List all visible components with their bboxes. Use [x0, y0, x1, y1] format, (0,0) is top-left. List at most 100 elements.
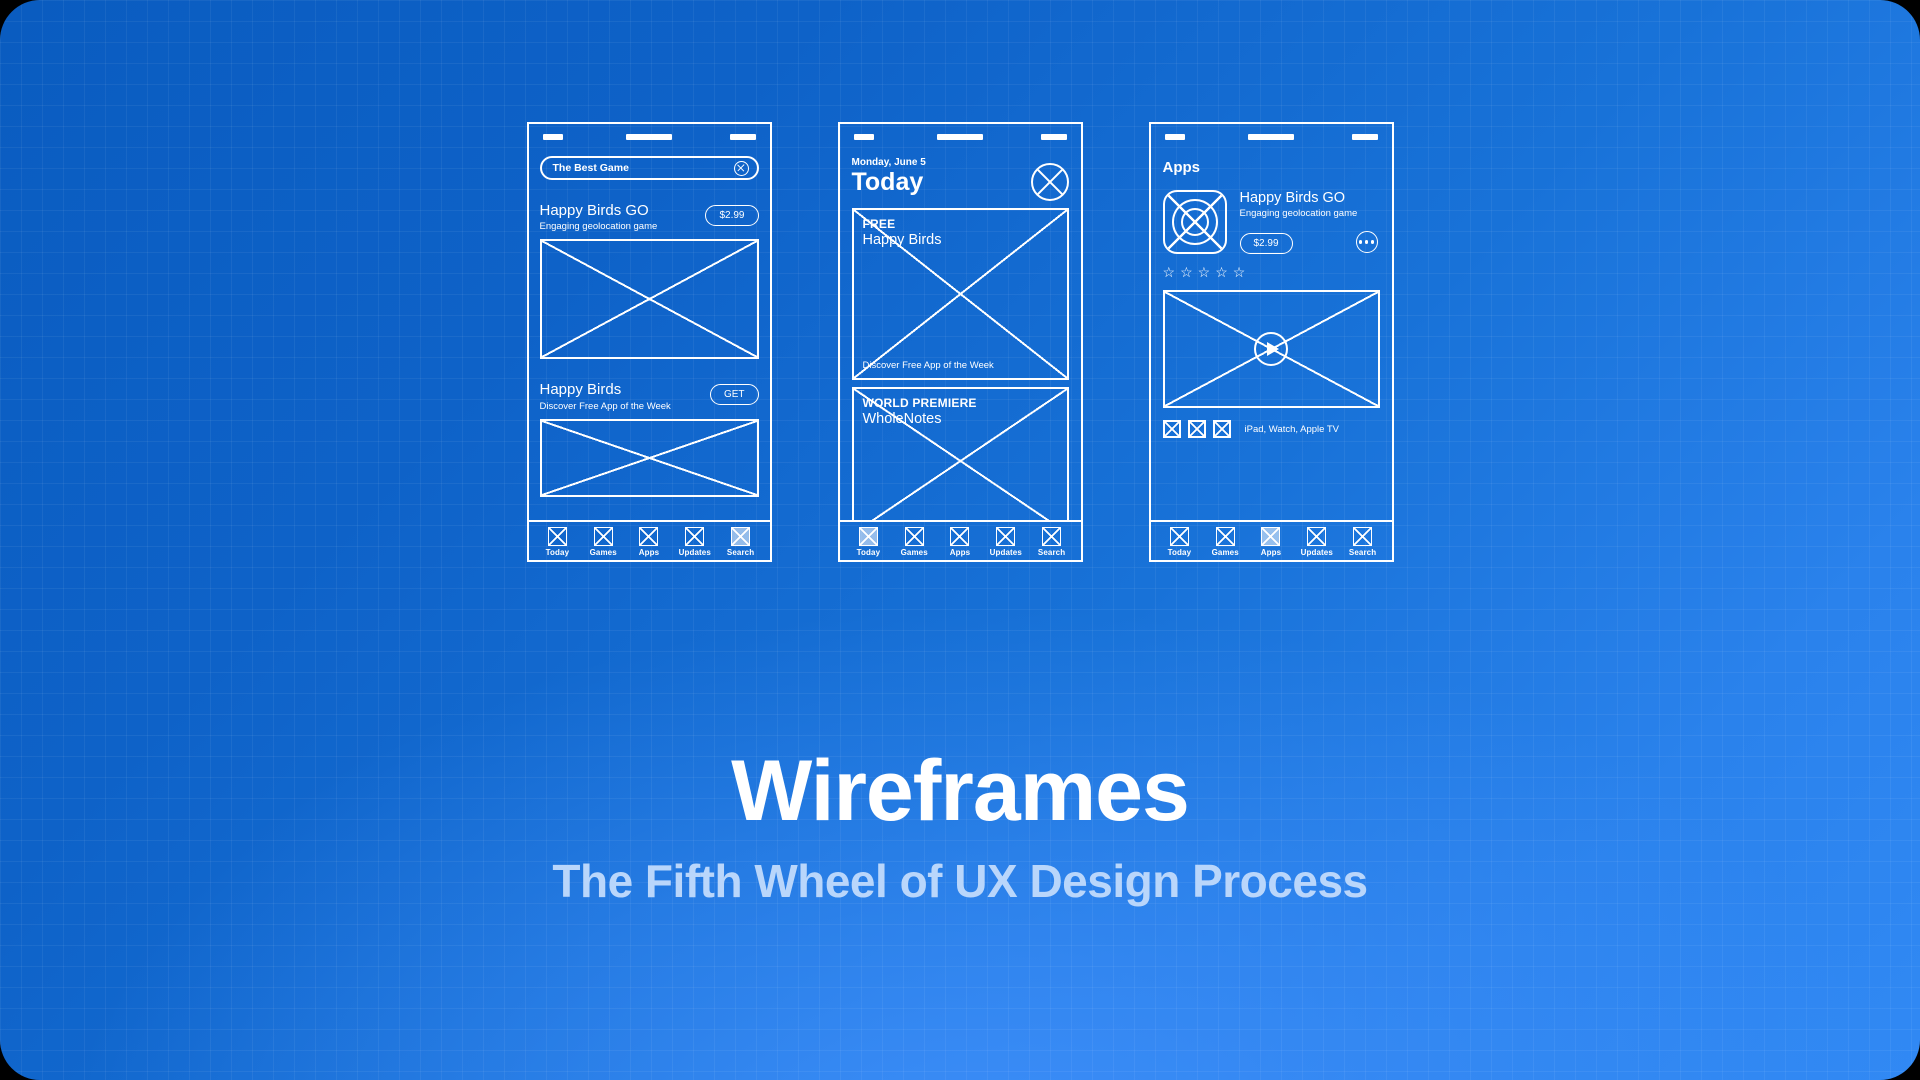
- phone-screen-apps: Apps Happy Birds GO Engaging geolocation…: [1148, 122, 1394, 562]
- dot: [1364, 240, 1369, 244]
- status-bar: [840, 124, 1081, 150]
- app-name: Happy Birds GO: [539, 202, 649, 219]
- current-date: Monday, June 5: [851, 157, 926, 168]
- price-button[interactable]: $2.99: [1239, 233, 1293, 254]
- tab-updates[interactable]: Updates: [1297, 526, 1337, 557]
- dot: [1359, 240, 1363, 244]
- supported-devices: iPad, Watch, Apple TV: [1162, 420, 1380, 438]
- slide-canvas: The Best Game Happy Birds GO Engaging ge…: [0, 0, 1920, 1080]
- apps-icon: [950, 526, 970, 546]
- get-button[interactable]: GET: [709, 384, 759, 406]
- card-text-block: WORLD PREMIERE WholeNotes: [863, 396, 977, 427]
- card-kicker: WORLD PREMIERE: [862, 396, 977, 410]
- tab-apps[interactable]: Apps: [1251, 526, 1291, 557]
- list-item[interactable]: Happy Birds Discover Free App of the Wee…: [540, 381, 759, 412]
- video-preview[interactable]: [1162, 290, 1380, 408]
- tab-today[interactable]: Today: [1159, 526, 1199, 557]
- rating-stars[interactable]: ☆ ☆ ☆ ☆ ☆: [1163, 265, 1380, 279]
- clear-search-icon[interactable]: [733, 160, 749, 176]
- tab-apps[interactable]: Apps: [940, 526, 980, 557]
- tab-label: Games: [900, 547, 928, 557]
- tab-label: Search: [726, 547, 755, 557]
- tab-games[interactable]: Games: [894, 526, 934, 557]
- tab-today[interactable]: Today: [537, 526, 577, 557]
- tab-bar: Today Games Apps Updates Search: [1150, 520, 1392, 560]
- updates-icon: [996, 526, 1016, 546]
- app-actions: $2.99: [1239, 230, 1380, 254]
- page-title: Today: [851, 168, 924, 196]
- tab-bar: Today Games Apps Updates Search: [528, 520, 770, 560]
- status-bar-left-block: [853, 134, 874, 140]
- phone-screen-today: Monday, June 5 Today FREE Happy Birds Di…: [837, 122, 1083, 562]
- tab-games[interactable]: Games: [583, 526, 623, 557]
- star-icon: ☆: [1162, 264, 1176, 280]
- status-bar-center-block: [937, 134, 983, 140]
- updates-icon: [685, 526, 705, 546]
- play-icon[interactable]: [1254, 332, 1288, 366]
- device-icon: [1187, 420, 1206, 438]
- tab-updates[interactable]: Updates: [675, 526, 715, 557]
- list-item[interactable]: Happy Birds GO Engaging geolocation game…: [540, 202, 759, 232]
- search-input[interactable]: The Best Game: [539, 156, 759, 180]
- app-icon[interactable]: [1162, 190, 1227, 254]
- device-icon: [1212, 420, 1231, 438]
- subheadline: The Fifth Wheel of UX Design Process: [552, 855, 1368, 907]
- featured-card[interactable]: WORLD PREMIERE WholeNotes: [851, 387, 1069, 520]
- app-icon-inner-ring: [1180, 208, 1209, 236]
- app-meta: Happy Birds GO Engaging geolocation game…: [1239, 190, 1380, 254]
- games-icon: [1215, 526, 1235, 546]
- avatar[interactable]: [1030, 163, 1069, 201]
- tab-bar: Today Games Apps Updates Search: [839, 520, 1081, 560]
- price-button[interactable]: $2.99: [705, 205, 759, 226]
- search-input-value: The Best Game: [552, 162, 629, 174]
- tab-search[interactable]: Search: [721, 526, 761, 557]
- tab-apps[interactable]: Apps: [629, 526, 669, 557]
- status-bar-center-block: [1248, 134, 1294, 140]
- status-bar-right-block: [729, 134, 756, 140]
- tab-label: Apps: [949, 547, 971, 557]
- status-bar-right-block: [1351, 134, 1378, 140]
- card-kicker: FREE: [862, 217, 896, 231]
- devices-label: iPad, Watch, Apple TV: [1244, 423, 1340, 435]
- tab-label: Updates: [1300, 547, 1333, 557]
- headline: Wireframes: [731, 743, 1190, 839]
- tab-search[interactable]: Search: [1343, 526, 1383, 557]
- page-title: Apps: [1162, 159, 1201, 176]
- app-screenshot-placeholder: [539, 418, 759, 497]
- tab-today[interactable]: Today: [848, 526, 888, 557]
- search-icon: [1042, 526, 1062, 546]
- updates-icon: [1307, 526, 1327, 546]
- card-text-block: FREE Happy Birds: [863, 217, 942, 248]
- more-options-icon[interactable]: [1355, 231, 1378, 253]
- app-text-block: Happy Birds Discover Free App of the Wee…: [540, 381, 671, 411]
- tab-label: Today: [856, 547, 881, 557]
- star-icon: ☆: [1215, 264, 1228, 280]
- app-name: Happy Birds: [539, 381, 622, 399]
- app-detail-header: Happy Birds GO Engaging geolocation game…: [1162, 190, 1380, 254]
- games-icon: [593, 526, 613, 546]
- featured-card[interactable]: FREE Happy Birds Discover Free App of th…: [851, 208, 1069, 380]
- tab-label: Games: [1211, 547, 1239, 557]
- star-icon: ☆: [1197, 264, 1211, 280]
- app-subtitle: Engaging geolocation game: [1239, 208, 1358, 219]
- card-title: WholeNotes: [862, 411, 942, 427]
- tab-label: Apps: [1260, 547, 1282, 557]
- today-header-text: Monday, June 5 Today: [852, 157, 926, 195]
- card-title: Happy Birds: [862, 232, 942, 248]
- tab-search[interactable]: Search: [1032, 526, 1072, 557]
- today-header: Monday, June 5 Today: [852, 157, 1069, 201]
- tab-label: Today: [545, 547, 570, 557]
- status-bar: [529, 124, 770, 150]
- tab-label: Search: [1037, 547, 1066, 557]
- tab-games[interactable]: Games: [1205, 526, 1245, 557]
- tab-updates[interactable]: Updates: [986, 526, 1026, 557]
- star-icon: ☆: [1232, 264, 1246, 280]
- tab-label: Updates: [678, 547, 711, 557]
- today-icon: [1169, 526, 1189, 546]
- status-bar-left-block: [1164, 134, 1185, 140]
- status-bar-center-block: [626, 134, 672, 140]
- status-bar-right-block: [1040, 134, 1067, 140]
- device-icon: [1162, 420, 1181, 438]
- search-icon: [731, 526, 751, 546]
- app-screenshot-placeholder: [539, 239, 759, 360]
